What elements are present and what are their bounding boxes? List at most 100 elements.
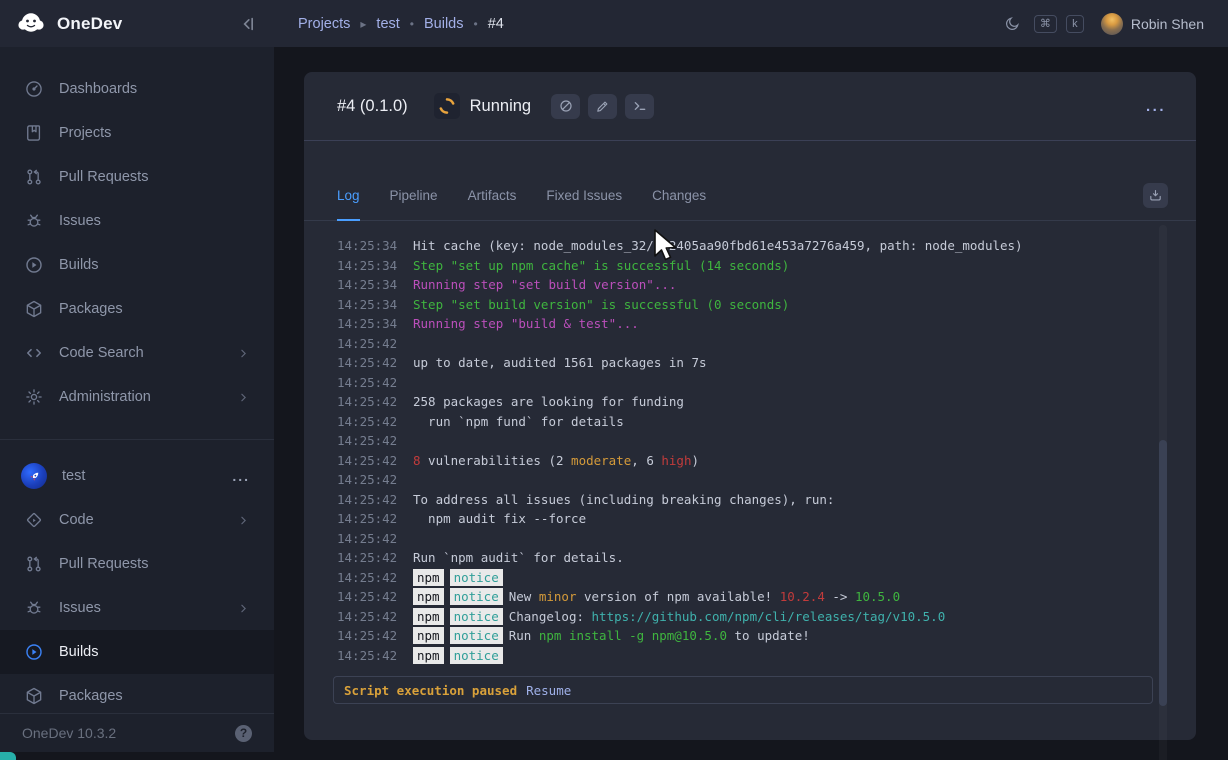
log-segment: moderate <box>571 453 631 468</box>
log-segment: npm audit fix --force <box>413 511 586 526</box>
log-segment: 8 <box>413 453 421 468</box>
log-line: 14:25:34Hit cache (key: node_modules_32/… <box>337 236 1156 256</box>
issues-icon <box>24 598 44 618</box>
log-timestamp: 14:25:42 <box>337 626 413 646</box>
build-title: #4 (0.1.0) <box>337 97 408 116</box>
sidebar-item-label: Issues <box>59 213 101 229</box>
log-segment: 10.5.0 <box>855 589 900 604</box>
sidebar-item-issues[interactable]: Issues <box>0 586 274 630</box>
tab-log[interactable]: Log <box>337 188 360 221</box>
project-options-ellipsis-button[interactable]: ... <box>232 468 250 484</box>
dashboards-icon <box>24 79 44 99</box>
log-timestamp: 14:25:42 <box>337 392 413 412</box>
log-message: Step "set build version" is successful (… <box>413 295 789 315</box>
breadcrumb--4: #4 <box>488 16 504 32</box>
dark-mode-toggle-moon-icon[interactable] <box>1004 15 1021 32</box>
log-segment: Step "set build version" is successful (… <box>413 297 789 312</box>
log-segment: Hit cache (key: node_modules_32/9e2405aa… <box>413 238 1023 253</box>
sidebar-footer: OneDev 10.3.2 ? <box>0 713 274 752</box>
sidebar-item-pull-requests[interactable]: Pull Requests <box>0 542 274 586</box>
sidebar-item-code[interactable]: Code <box>0 498 274 542</box>
edit-build-button[interactable] <box>588 94 617 119</box>
log-message: Run `npm audit` for details. <box>413 548 624 568</box>
sidebar-item-packages[interactable]: Packages <box>0 674 274 718</box>
sidebar-item-label: Pull Requests <box>59 169 148 185</box>
log-segment: Running step "build & test"... <box>413 316 639 331</box>
sidebar-item-label: Code <box>59 512 94 528</box>
log-timestamp: 14:25:42 <box>337 373 413 393</box>
log-timestamp: 14:25:42 <box>337 470 413 490</box>
sidebar-item-label: Projects <box>59 125 111 141</box>
terminal-button[interactable] <box>625 94 654 119</box>
pull-requests-icon <box>24 167 44 187</box>
collapse-sidebar-icon[interactable] <box>238 14 258 34</box>
log-timestamp: 14:25:34 <box>337 275 413 295</box>
resume-link[interactable]: Resume <box>526 683 571 698</box>
running-spinner-icon <box>434 93 460 119</box>
log-badge-npm: npm <box>413 647 444 664</box>
packages-icon <box>24 299 44 319</box>
tab-changes[interactable]: Changes <box>652 188 706 221</box>
log-message: Step "set up npm cache" is successful (1… <box>413 256 789 276</box>
help-icon[interactable]: ? <box>235 725 252 742</box>
app-version: OneDev 10.3.2 <box>22 725 116 741</box>
log-badge-notice: notice <box>450 647 503 664</box>
tab-pipeline[interactable]: Pipeline <box>390 188 438 221</box>
sidebar-item-builds[interactable]: Builds <box>0 630 274 674</box>
chat-widget[interactable] <box>0 752 16 760</box>
build-status: Running <box>470 97 531 116</box>
breadcrumb-test[interactable]: test <box>376 16 399 32</box>
log-badge-notice: notice <box>450 588 503 605</box>
paused-message: Script execution paused <box>344 683 517 698</box>
sidebar-item-pull-requests[interactable]: Pull Requests <box>0 155 274 199</box>
user-menu[interactable]: Robin Shen <box>1101 13 1204 35</box>
build-log[interactable]: 14:25:34 Hit cache (key: node_modules_32/… <box>304 223 1196 740</box>
download-log-button[interactable] <box>1143 183 1168 208</box>
log-line: 14:25:34Step "set up npm cache" is succe… <box>337 256 1156 276</box>
project-rocket-avatar <box>21 463 47 489</box>
sidebar-item-label: Packages <box>59 688 123 704</box>
log-line: 14:25:34Running step "build & test"... <box>337 314 1156 334</box>
onedev-logo-icon <box>16 9 46 39</box>
more-options-button[interactable]: ... <box>1146 98 1166 115</box>
sidebar-item-projects[interactable]: Projects <box>0 111 274 155</box>
log-timestamp: 14:25:42 <box>337 353 413 373</box>
log-segment: New <box>509 589 539 604</box>
chevron-right-icon <box>237 602 250 615</box>
log-message: Hit cache (key: node_modules_32/9e2405aa… <box>413 236 1023 256</box>
builds-icon <box>24 642 44 662</box>
log-segment: 258 packages are looking for funding <box>413 394 684 409</box>
app-title: OneDev <box>57 14 227 34</box>
log-timestamp: 14:25:42 <box>337 451 413 471</box>
log-message: up to date, audited 1561 packages in 7s <box>413 353 707 373</box>
log-timestamp: 14:25:42 <box>337 509 413 529</box>
sidebar-item-builds[interactable]: Builds <box>0 243 274 287</box>
cancel-build-button[interactable] <box>551 94 580 119</box>
log-timestamp: 14:25:42 <box>337 646 413 666</box>
sidebar-item-issues[interactable]: Issues <box>0 199 274 243</box>
sidebar-item-dashboards[interactable]: Dashboards <box>0 67 274 111</box>
breadcrumb-projects[interactable]: Projects <box>298 16 350 32</box>
tab-fixed-issues[interactable]: Fixed Issues <box>546 188 622 221</box>
sidebar-item-label: test <box>62 468 85 484</box>
log-timestamp: 14:25:42 <box>337 490 413 510</box>
log-segment: To address all issues (including breakin… <box>413 492 834 507</box>
log-message: npm audit fix --force <box>413 509 586 529</box>
log-message: Running step "build & test"... <box>413 314 639 334</box>
log-scrollbar-thumb[interactable] <box>1159 440 1167 706</box>
log-timestamp: 14:25:42 <box>337 568 413 588</box>
log-segment: to update! <box>727 628 810 643</box>
log-timestamp: 14:25:34 <box>337 314 413 334</box>
log-lines: 14:25:34 Hit cache (key: node_modules_32/… <box>337 236 1156 665</box>
breadcrumb-builds[interactable]: Builds <box>424 16 464 32</box>
log-message: To address all issues (including breakin… <box>413 490 834 510</box>
build-header: #4 (0.1.0) Running ... <box>304 72 1196 141</box>
log-segment: Step "set up npm cache" is successful (1… <box>413 258 789 273</box>
sidebar-item-code-search[interactable]: Code Search <box>0 331 274 375</box>
tab-artifacts[interactable]: Artifacts <box>468 188 517 221</box>
sidebar-item-administration[interactable]: Administration <box>0 375 274 419</box>
sidebar-item-packages[interactable]: Packages <box>0 287 274 331</box>
build-tabs: Log Pipeline Artifacts Fixed Issues Changes <box>304 141 1196 221</box>
sidebar-nav: DashboardsProjectsPull RequestsIssuesBui… <box>0 47 274 718</box>
sidebar-item-test[interactable]: test... <box>0 454 274 498</box>
